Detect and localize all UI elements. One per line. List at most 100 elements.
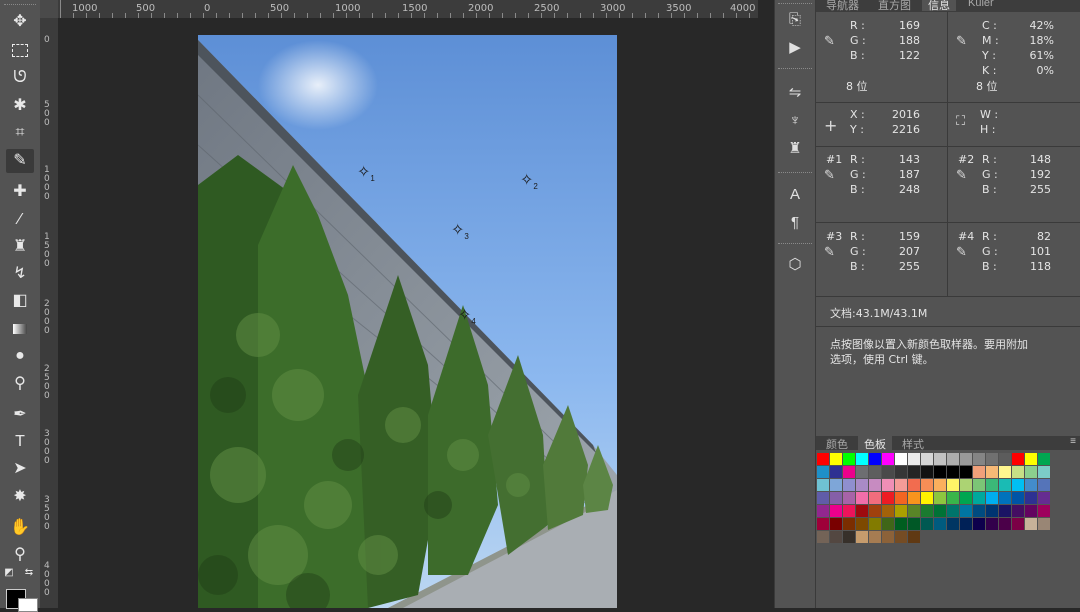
paragraph-panel-icon[interactable]: ¶ xyxy=(783,211,807,233)
color-swatch[interactable] xyxy=(830,492,842,504)
color-swatch[interactable] xyxy=(830,453,842,465)
color-swatch[interactable] xyxy=(869,479,881,491)
path-selection-tool-icon[interactable]: ➤ xyxy=(6,457,34,481)
sampler-4-eyedropper-icon[interactable]: ✎ xyxy=(956,245,967,260)
color-sampler-3-marker[interactable]: ✧3 xyxy=(451,220,469,241)
tab-color[interactable]: 颜色 xyxy=(820,436,854,451)
color-swatch[interactable] xyxy=(830,479,842,491)
ruler-origin[interactable] xyxy=(40,0,58,18)
color-swatch[interactable] xyxy=(1025,453,1037,465)
tab-kuler[interactable]: Kuler xyxy=(962,0,1000,11)
color-swatch[interactable] xyxy=(921,479,933,491)
color-swatch[interactable] xyxy=(882,466,894,478)
color-swatch[interactable] xyxy=(882,531,894,543)
color-swatch[interactable] xyxy=(1025,518,1037,530)
color-swatch[interactable] xyxy=(986,453,998,465)
color-swatch[interactable] xyxy=(895,518,907,530)
hand-tool-icon[interactable]: ✋ xyxy=(6,516,34,540)
marquee-tool-icon[interactable] xyxy=(6,38,34,62)
move-tool-icon[interactable]: ✥ xyxy=(6,10,34,34)
blur-tool-icon[interactable]: ● xyxy=(6,344,34,368)
color-swatch[interactable] xyxy=(817,531,829,543)
color-swatch[interactable] xyxy=(947,466,959,478)
color-swatch[interactable] xyxy=(947,518,959,530)
color-swatch[interactable] xyxy=(960,479,972,491)
color-swatch[interactable] xyxy=(856,453,868,465)
color-swatch[interactable] xyxy=(908,518,920,530)
color-swatch[interactable] xyxy=(986,479,998,491)
tab-navigator[interactable]: 导航器 xyxy=(820,0,865,12)
color-swatch[interactable] xyxy=(921,505,933,517)
sampler-3-eyedropper-icon[interactable]: ✎ xyxy=(824,245,835,260)
tab-histogram[interactable]: 直方图 xyxy=(872,0,917,12)
color-swatch[interactable] xyxy=(869,505,881,517)
color-swatch[interactable] xyxy=(895,505,907,517)
color-swatch[interactable] xyxy=(934,453,946,465)
color-swatch[interactable] xyxy=(934,466,946,478)
color-swatch[interactable] xyxy=(947,479,959,491)
crop-tool-icon[interactable]: ⌗ xyxy=(6,121,34,145)
color-swatch[interactable] xyxy=(817,505,829,517)
color-swatch[interactable] xyxy=(947,505,959,517)
color-swatch[interactable] xyxy=(882,505,894,517)
clone-source-panel-icon[interactable]: ♜ xyxy=(783,137,807,159)
color-swatch[interactable] xyxy=(999,479,1011,491)
color-swatch[interactable] xyxy=(947,492,959,504)
color-swatch[interactable] xyxy=(817,453,829,465)
color-swatch[interactable] xyxy=(895,479,907,491)
color-swatch[interactable] xyxy=(830,518,842,530)
color-swatch[interactable] xyxy=(908,492,920,504)
cmyk-eyedropper-icon[interactable]: ✎ xyxy=(956,34,967,49)
color-sampler-4-marker[interactable]: ✧4 xyxy=(458,305,476,326)
color-swatch[interactable] xyxy=(999,518,1011,530)
color-swatch[interactable] xyxy=(934,492,946,504)
color-swatch[interactable] xyxy=(856,479,868,491)
color-swatch[interactable] xyxy=(882,492,894,504)
dock-grip[interactable] xyxy=(778,3,812,5)
color-swatch[interactable] xyxy=(869,518,881,530)
color-swatch[interactable] xyxy=(960,492,972,504)
brush-tool-icon[interactable]: ∕ xyxy=(6,208,34,232)
color-swatch[interactable] xyxy=(882,453,894,465)
color-swatch[interactable] xyxy=(856,505,868,517)
color-swatch[interactable] xyxy=(830,466,842,478)
adjustments-panel-icon[interactable]: ⇋ xyxy=(783,81,807,103)
history-panel-icon[interactable]: ⎘ xyxy=(783,8,807,30)
color-swatch[interactable] xyxy=(986,505,998,517)
color-swatch[interactable] xyxy=(973,479,985,491)
color-swatch[interactable] xyxy=(908,479,920,491)
color-swatch[interactable] xyxy=(947,453,959,465)
color-swatch[interactable] xyxy=(1012,479,1024,491)
color-swatch[interactable] xyxy=(999,492,1011,504)
color-swatch[interactable] xyxy=(960,505,972,517)
color-swatch[interactable] xyxy=(1012,518,1024,530)
sampler-2-eyedropper-icon[interactable]: ✎ xyxy=(956,168,967,183)
color-swatch[interactable] xyxy=(1038,466,1050,478)
color-swatch[interactable] xyxy=(921,466,933,478)
color-swatch[interactable] xyxy=(908,466,920,478)
color-swatch[interactable] xyxy=(843,505,855,517)
color-swatch[interactable] xyxy=(999,466,1011,478)
color-swatch[interactable] xyxy=(843,466,855,478)
color-swatch[interactable] xyxy=(999,453,1011,465)
color-swatch[interactable] xyxy=(973,453,985,465)
color-swatch[interactable] xyxy=(921,518,933,530)
character-panel-icon[interactable]: A xyxy=(783,183,807,205)
color-swatch[interactable] xyxy=(869,453,881,465)
color-swatch[interactable] xyxy=(1038,518,1050,530)
lasso-tool-icon[interactable]: ᘎ xyxy=(6,66,34,90)
default-colors-icon[interactable]: ◩ xyxy=(2,566,16,580)
color-swatch[interactable] xyxy=(1025,479,1037,491)
color-swatch[interactable] xyxy=(817,518,829,530)
color-swatch[interactable] xyxy=(973,505,985,517)
color-swatch[interactable] xyxy=(934,518,946,530)
color-swatch[interactable] xyxy=(1012,492,1024,504)
color-swatch[interactable] xyxy=(856,531,868,543)
rgb-eyedropper-icon[interactable]: ✎ xyxy=(824,34,835,49)
gradient-tool-icon[interactable] xyxy=(6,317,34,341)
color-swatch[interactable] xyxy=(986,518,998,530)
color-swatch[interactable] xyxy=(999,505,1011,517)
color-swatch[interactable] xyxy=(921,492,933,504)
color-swatch[interactable] xyxy=(1025,505,1037,517)
color-swatch[interactable] xyxy=(1012,505,1024,517)
